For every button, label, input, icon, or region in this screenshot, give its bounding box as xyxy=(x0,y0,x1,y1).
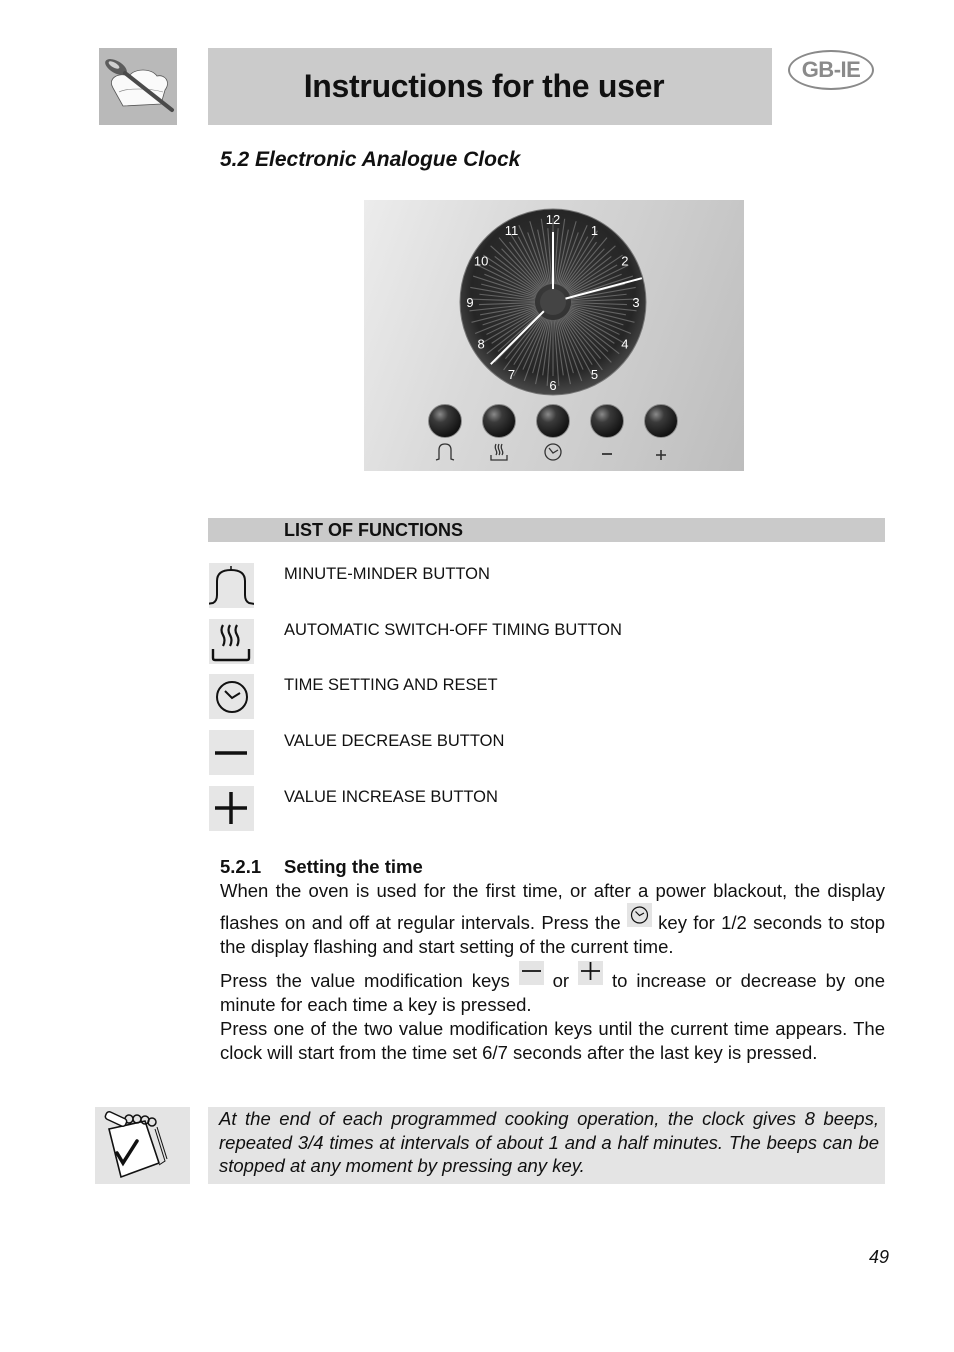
bell-icon xyxy=(435,443,455,461)
paragraph: Press the value modification keys or to … xyxy=(220,961,885,1017)
minus-icon xyxy=(209,730,254,775)
dial-number: 10 xyxy=(474,254,488,269)
subsection-heading: 5.2.1 Setting the time xyxy=(220,856,423,878)
function-item: VALUE INCREASE BUTTON xyxy=(209,786,889,832)
function-item: MINUTE-MINDER BUTTON xyxy=(206,563,889,609)
function-label: TIME SETTING AND RESET xyxy=(284,676,498,694)
dial-number: 11 xyxy=(505,223,519,238)
panel-button-minute-minder[interactable] xyxy=(428,404,462,438)
text-run: Press the value modification keys xyxy=(220,970,519,991)
function-item: AUTOMATIC SWITCH-OFF TIMING BUTTON xyxy=(209,619,889,665)
title-bar: Instructions for the user xyxy=(208,48,772,125)
heat-pan-icon xyxy=(490,443,508,461)
dial-number: 8 xyxy=(478,337,485,352)
panel-button-time-setting[interactable] xyxy=(536,404,570,438)
functions-header: LIST OF FUNCTIONS xyxy=(208,518,885,542)
minus-icon xyxy=(518,961,544,985)
paragraph: Press one of the two value modification … xyxy=(220,1018,885,1063)
dial-number: 3 xyxy=(632,295,639,310)
function-label: VALUE INCREASE BUTTON xyxy=(284,788,498,806)
note-box: At the end of each programmed cooking op… xyxy=(208,1107,885,1184)
function-item: VALUE DECREASE BUTTON xyxy=(209,730,889,776)
function-label: VALUE DECREASE BUTTON xyxy=(284,732,505,750)
dial-number: 12 xyxy=(546,212,560,227)
subsection-number: 5.2.1 xyxy=(220,856,262,877)
region-badge: GB-IE xyxy=(788,50,874,90)
heat-pan-icon xyxy=(209,619,254,664)
clock-icon xyxy=(209,674,254,719)
functions-header-label: LIST OF FUNCTIONS xyxy=(284,520,463,540)
page-title: Instructions for the user xyxy=(303,68,665,104)
function-label: MINUTE-MINDER BUTTON xyxy=(284,565,490,583)
dial-number: 4 xyxy=(621,337,628,352)
paragraph: When the oven is used for the first time… xyxy=(220,879,885,959)
dial-number: 5 xyxy=(591,367,598,382)
function-label: AUTOMATIC SWITCH-OFF TIMING BUTTON xyxy=(284,621,622,639)
section-title: 5.2 Electronic Analogue Clock xyxy=(220,148,521,171)
clock-illustration: 12 1 2 3 4 5 6 7 8 9 10 11 xyxy=(364,200,744,471)
clock-hub xyxy=(540,289,566,315)
panel-button-[interactable] xyxy=(590,404,624,438)
bell-icon xyxy=(206,563,256,608)
plus-icon xyxy=(578,961,604,985)
plus-icon xyxy=(209,786,254,831)
clock-icon xyxy=(544,443,562,461)
clock-face-graphic: 121234567891011 xyxy=(428,208,678,461)
plus-icon xyxy=(656,450,666,460)
chef-hat-spoon-icon xyxy=(99,48,177,125)
note-text: At the end of each programmed cooking op… xyxy=(219,1108,879,1176)
dial-number: 7 xyxy=(508,367,515,382)
dial-number: 9 xyxy=(466,295,473,310)
clock-icon xyxy=(626,903,652,927)
dial-number: 2 xyxy=(621,254,628,269)
notepad-check-icon xyxy=(95,1107,190,1184)
text-run: or xyxy=(543,970,579,991)
function-item: TIME SETTING AND RESET xyxy=(209,674,889,720)
dial-number: 1 xyxy=(591,223,598,238)
panel-button-[interactable] xyxy=(644,404,678,438)
dial-number: 6 xyxy=(549,378,556,393)
subsection-title: Setting the time xyxy=(284,856,423,877)
setting-time-text: When the oven is used for the first time… xyxy=(220,879,885,1065)
panel-button-auto-switch-off[interactable] xyxy=(482,404,516,438)
page-number: 49 xyxy=(869,1247,890,1267)
